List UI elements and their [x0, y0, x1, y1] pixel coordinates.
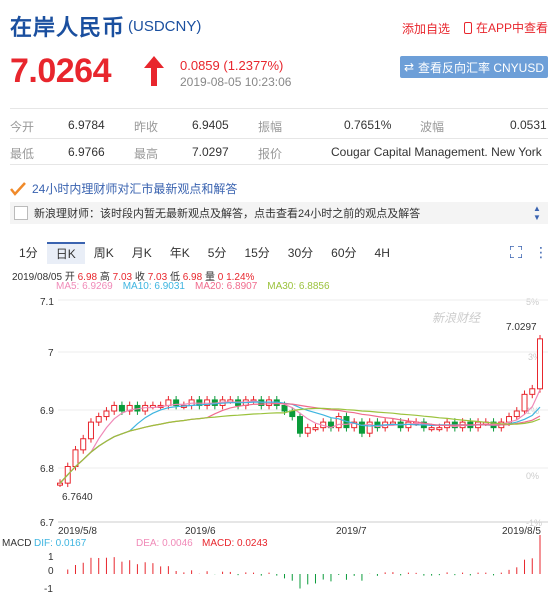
currency-code: (USDCNY) [128, 18, 202, 35]
candle [57, 482, 63, 486]
tab-15min[interactable]: 15分 [235, 242, 278, 264]
candle [95, 416, 102, 423]
candle [436, 427, 443, 431]
ma-legend: MA5: 6.9269 MA10: 6.9031 MA20: 6.8907 MA… [56, 281, 330, 292]
advisor-news-text: 新浪理财师：该时段内暂无最新观点及解答，点击查看24小时之前的观点及解答 [34, 208, 421, 220]
tab-60min[interactable]: 60分 [322, 242, 365, 264]
y-tick-label: 6.8 [40, 464, 54, 475]
candle [281, 404, 288, 412]
reverse-rate-label: 查看反向汇率 CNYUSD [418, 60, 545, 75]
more-options-icon[interactable]: ⋮ [534, 244, 548, 261]
tab-5min[interactable]: 5分 [199, 242, 236, 264]
y-tick-label: 7 [48, 348, 54, 359]
stat-value-high: 7.0297 [192, 145, 229, 159]
advisor-news-item[interactable]: 新浪理财师：该时段内暂无最新观点及解答，点击查看24小时之前的观点及解答 [10, 202, 548, 224]
x-tick-label: 2019/5/8 [58, 526, 97, 537]
candle [297, 416, 303, 434]
stat-label-prev-close: 昨收 [134, 120, 159, 134]
tab-daily[interactable]: 日K [46, 242, 85, 264]
stat-label-range: 波幅 [420, 120, 445, 134]
add-watchlist-link[interactable]: 添加自选 [402, 20, 450, 37]
macd-tick: -1 [44, 584, 53, 595]
kline-chart[interactable]: 7.1 7 6.9 6.8 6.7 5% 3% 1% 0% -1% 新浪财经 2… [0, 294, 554, 598]
candle [165, 399, 172, 406]
candle [358, 421, 365, 434]
divider [10, 108, 548, 109]
candle [289, 410, 296, 418]
x-tick-label: 2019/8/5 [502, 526, 541, 537]
currency-name: 在岸人民币 [10, 15, 126, 40]
candle [72, 449, 79, 468]
up-arrow-icon [144, 56, 164, 86]
stat-value-open: 6.9784 [68, 118, 105, 132]
tab-1min[interactable]: 1分 [10, 242, 47, 264]
pct-tick-label: 0% [526, 471, 539, 481]
divider [10, 164, 548, 165]
candle [111, 404, 118, 412]
candle [304, 427, 311, 434]
current-price: 7.0264 [10, 52, 112, 90]
news-avatar-icon [14, 206, 28, 220]
ma30-value: MA30: 6.8856 [267, 281, 330, 292]
price-change: 0.0859 (1.2377%) [180, 58, 284, 73]
open-in-app-link[interactable]: 在APP中查看 [464, 19, 548, 36]
stat-label-low: 最低 [10, 147, 35, 161]
tab-4h[interactable]: 4H [366, 242, 399, 264]
stat-label-open: 今开 [10, 120, 35, 134]
candle [537, 338, 543, 390]
tab-monthly[interactable]: 月K [123, 242, 161, 264]
candle [103, 410, 110, 418]
tab-weekly[interactable]: 周K [85, 242, 123, 264]
quote-time: 2019-08-05 10:23:06 [180, 75, 292, 89]
min-price-label: 6.7640 [62, 492, 93, 503]
macd-dea: DEA: 0.0046 [136, 538, 193, 549]
candle [529, 388, 536, 395]
check-trend-icon [10, 181, 26, 196]
ma10-value: MA10: 6.9031 [122, 281, 185, 292]
divider [10, 138, 548, 139]
stat-label-quote-source: 报价 [258, 147, 283, 161]
candle [513, 410, 520, 418]
macd-tick: 0 [48, 566, 54, 577]
fullscreen-icon[interactable] [510, 246, 522, 258]
phone-icon [464, 21, 472, 34]
watermark: 新浪财经 [432, 311, 482, 325]
candle [428, 427, 435, 431]
period-tabs: 1分 日K 周K 月K 年K 5分 15分 30分 60分 4H [10, 242, 548, 264]
y-tick-label: 6.9 [40, 406, 54, 417]
tab-30min[interactable]: 30分 [279, 242, 322, 264]
stat-label-high: 最高 [134, 147, 159, 161]
x-tick-label: 2019/6 [185, 526, 216, 537]
reverse-rate-button[interactable]: ⇄ 查看反向汇率 CNYUSD [400, 56, 548, 78]
stat-label-amplitude: 振幅 [258, 120, 283, 134]
tab-yearly[interactable]: 年K [161, 242, 199, 264]
advisor-news-header[interactable]: 24小时内理财师对汇市最新观点和解答 [10, 180, 237, 197]
macd-label: MACD [2, 538, 31, 549]
swap-icon: ⇄ [403, 60, 415, 74]
candle [521, 393, 528, 412]
macd-dif: DIF: 0.0167 [34, 538, 87, 549]
ma5-value: MA5: 6.9269 [56, 281, 113, 292]
candle [118, 404, 125, 412]
candle [80, 438, 87, 451]
y-tick-label: 7.1 [40, 297, 54, 308]
macd-value: MACD: 0.0243 [202, 538, 268, 549]
news-scroll-arrows[interactable]: ▲ ▼ [532, 204, 542, 224]
ma20-value: MA20: 6.8907 [194, 281, 258, 292]
advisor-news-title: 24小时内理财师对汇市最新观点和解答 [32, 182, 238, 196]
stat-value-amplitude: 0.7651% [344, 118, 392, 132]
stat-value-range: 0.0531 [510, 118, 547, 132]
stat-value-prev-close: 6.9405 [192, 118, 229, 132]
macd-tick: 1 [48, 552, 54, 563]
candle [312, 427, 319, 431]
max-price-label: 7.0297 [506, 322, 537, 333]
stat-value-low: 6.9766 [68, 145, 105, 159]
open-in-app-label: 在APP中查看 [476, 21, 549, 35]
candle [87, 421, 94, 440]
x-tick-label: 2019/7 [336, 526, 367, 537]
stat-value-quote-source: Cougar Capital Management. New York [331, 145, 542, 159]
pct-tick-label: 5% [526, 297, 539, 307]
y-tick-label: 6.7 [40, 518, 54, 529]
